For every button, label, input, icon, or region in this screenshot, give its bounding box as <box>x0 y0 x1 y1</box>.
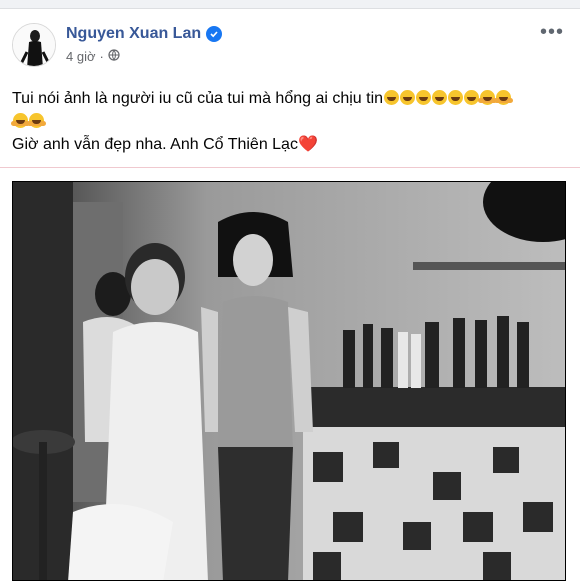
grinning-emoji-icon <box>464 90 480 105</box>
globe-icon[interactable] <box>108 49 120 64</box>
post-line-2: Giờ anh vẫn đẹp nha. Anh Cổ Thiên Lạc❤️ <box>12 133 572 156</box>
post-line-1-text: Tui nói ảnh là người iu cũ của tui mà hổ… <box>12 90 384 107</box>
post-emoji-line <box>11 110 572 133</box>
more-options-button[interactable]: ••• <box>540 22 564 42</box>
post-line-2-text: Giờ anh vẫn đẹp nha. Anh Cổ Thiên Lạc <box>12 136 298 153</box>
grinning-emoji-icon <box>448 90 464 105</box>
grinning-emoji-icon <box>384 90 400 105</box>
grinning-emoji-icon <box>416 90 432 105</box>
author-avatar[interactable] <box>12 23 56 67</box>
heart-emoji-icon: ❤️ <box>297 136 318 153</box>
author-name[interactable]: Nguyen Xuan Lan <box>66 25 223 43</box>
author-name-text[interactable]: Nguyen Xuan Lan <box>66 25 201 43</box>
hugging-emoji-icon <box>11 113 30 128</box>
post-text: Tui nói ảnh là người iu cũ của tui mà hổ… <box>11 87 572 156</box>
post-meta: 4 giờ · <box>66 49 120 64</box>
post-card: Nguyen Xuan Lan 4 giờ · ••• Tui nói ảnh … <box>0 8 580 584</box>
grinning-emoji-icon <box>432 90 448 105</box>
divider <box>0 167 580 168</box>
post-header: Nguyen Xuan Lan 4 giờ · ••• <box>12 21 568 73</box>
hugging-emoji-icon <box>478 90 498 105</box>
post-photo[interactable] <box>12 181 566 581</box>
grinning-emoji-icon <box>400 90 416 105</box>
verified-badge-icon <box>206 26 223 42</box>
post-line-1: Tui nói ảnh là người iu cũ của tui mà hổ… <box>12 87 572 110</box>
post-timestamp[interactable]: 4 giờ <box>66 49 96 64</box>
hugging-emoji-icon <box>494 90 514 105</box>
hugging-emoji-icon <box>27 113 46 128</box>
